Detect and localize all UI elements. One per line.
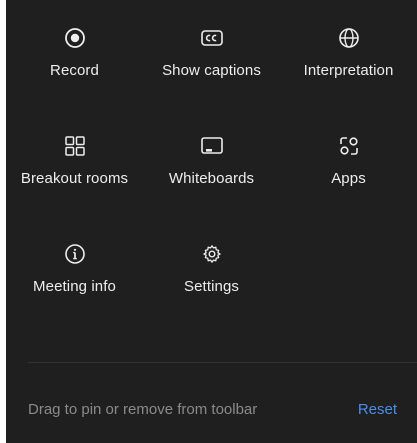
apps-button[interactable]: Apps [280,134,417,234]
meeting-info-label: Meeting info [33,278,116,295]
record-label: Record [50,62,99,79]
menu-grid: Record Show captions Interpretation Brea… [6,26,417,350]
interpretation-button[interactable]: Interpretation [280,26,417,126]
menu-row: Breakout rooms Whiteboards Apps [6,134,417,242]
whiteboards-button[interactable]: Whiteboards [143,134,280,234]
meeting-info-button[interactable]: Meeting info [6,242,143,342]
divider [28,362,417,363]
whiteboard-icon [200,134,224,158]
more-options-panel: Record Show captions Interpretation Brea… [6,0,417,443]
show-captions-button[interactable]: Show captions [143,26,280,126]
record-icon [63,26,87,50]
breakout-rooms-button[interactable]: Breakout rooms [6,134,143,234]
captions-icon [200,26,224,50]
gear-icon [200,242,224,266]
reset-link[interactable]: Reset [358,401,397,418]
footer: Drag to pin or remove from toolbar Reset [28,398,397,420]
grid-icon [63,134,87,158]
apps-label: Apps [331,170,366,187]
whiteboards-label: Whiteboards [168,170,255,187]
settings-button[interactable]: Settings [143,242,280,342]
globe-icon [337,26,361,50]
settings-label: Settings [184,278,239,295]
info-icon [63,242,87,266]
menu-row: Record Show captions Interpretation [6,26,417,134]
show-captions-label: Show captions [162,62,261,79]
breakout-rooms-label: Breakout rooms [20,170,129,187]
menu-row: Meeting info Settings [6,242,417,350]
interpretation-label: Interpretation [303,62,394,79]
record-button[interactable]: Record [6,26,143,126]
apps-icon [337,134,361,158]
drag-hint: Drag to pin or remove from toolbar [28,400,258,418]
